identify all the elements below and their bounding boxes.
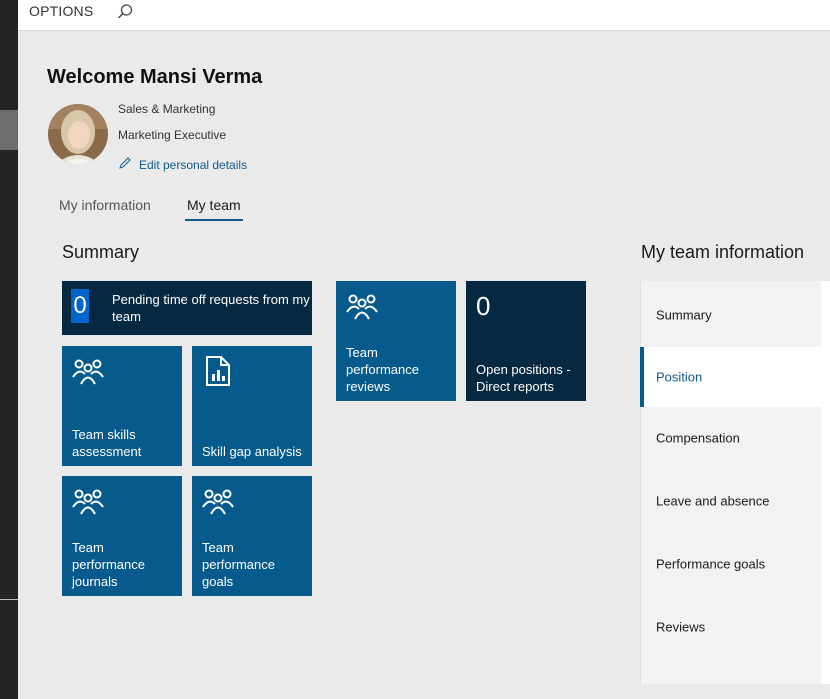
- panel-edge: [821, 281, 830, 684]
- open-positions-label: Open positions - Direct reports: [476, 362, 571, 394]
- item-label: Summary: [656, 307, 712, 323]
- tab-my-information[interactable]: My information: [59, 197, 151, 213]
- team-icon: [71, 487, 105, 520]
- team-icon: [345, 292, 379, 325]
- team-info-item-reviews[interactable]: Reviews: [641, 597, 821, 657]
- skill-gap-label: Skill gap analysis: [202, 444, 302, 459]
- team-performance-goals-tile[interactable]: Team performance goals: [192, 476, 312, 596]
- search-icon[interactable]: [115, 2, 135, 22]
- tab-my-team[interactable]: My team: [187, 197, 241, 213]
- goals-label: Team performance goals: [202, 540, 275, 589]
- pencil-icon: [118, 156, 132, 173]
- pending-count: 0: [71, 289, 89, 323]
- item-label: Position: [656, 369, 703, 385]
- job-title-label: Marketing Executive: [118, 128, 227, 142]
- team-icon: [201, 487, 235, 520]
- reviews-label: Team performance reviews: [346, 345, 419, 394]
- item-label: Reviews: [656, 619, 706, 635]
- summary-heading: Summary: [62, 242, 140, 262]
- avatar: [48, 104, 108, 164]
- left-navigation-strip: [0, 0, 18, 699]
- team-skills-assessment-tile[interactable]: Team skills assessment: [62, 346, 182, 466]
- open-positions-tile[interactable]: 0 Open positions - Direct reports: [466, 281, 586, 401]
- tab-selected-indicator: [185, 219, 243, 221]
- options-menu[interactable]: OPTIONS: [29, 3, 93, 19]
- skill-gap-analysis-tile[interactable]: Skill gap analysis: [192, 346, 312, 466]
- team-icon: [71, 357, 105, 390]
- team-performance-journals-tile[interactable]: Team performance journals: [62, 476, 182, 596]
- team-info-item-compensation[interactable]: Compensation: [641, 408, 821, 468]
- report-icon: [204, 355, 232, 392]
- journals-label: Team performance journals: [72, 540, 145, 589]
- open-positions-count: 0: [476, 291, 491, 321]
- team-information-heading: My team information: [641, 242, 805, 262]
- team-info-item-performance-goals[interactable]: Performance goals: [641, 534, 821, 594]
- item-label: Leave and absence: [656, 493, 770, 509]
- scrollbar-thumb[interactable]: [0, 110, 18, 150]
- team-info-item-leave-and-absence[interactable]: Leave and absence: [641, 471, 821, 531]
- team-info-item-position[interactable]: Position: [640, 347, 830, 407]
- department-label: Sales & Marketing: [118, 102, 216, 116]
- edit-personal-details-link[interactable]: Edit personal details: [118, 156, 247, 173]
- team-info-item-summary[interactable]: Summary: [641, 285, 821, 345]
- item-label: Compensation: [656, 430, 740, 446]
- team-skills-label: Team skills assessment: [72, 427, 142, 459]
- top-action-bar: OPTIONS: [18, 0, 830, 31]
- team-performance-reviews-tile[interactable]: Team performance reviews: [336, 281, 456, 401]
- edit-link-label: Edit personal details: [139, 157, 248, 172]
- item-label: Performance goals: [656, 556, 766, 572]
- pending-label: Pending time off requests from my team: [112, 292, 310, 324]
- pending-time-off-tile[interactable]: 0 Pending time off requests from my team: [62, 281, 312, 335]
- divider: [0, 599, 18, 600]
- page-title: Welcome Mansi Verma: [47, 66, 263, 88]
- team-information-panel: Summary Position Compensation Leave and …: [640, 281, 830, 684]
